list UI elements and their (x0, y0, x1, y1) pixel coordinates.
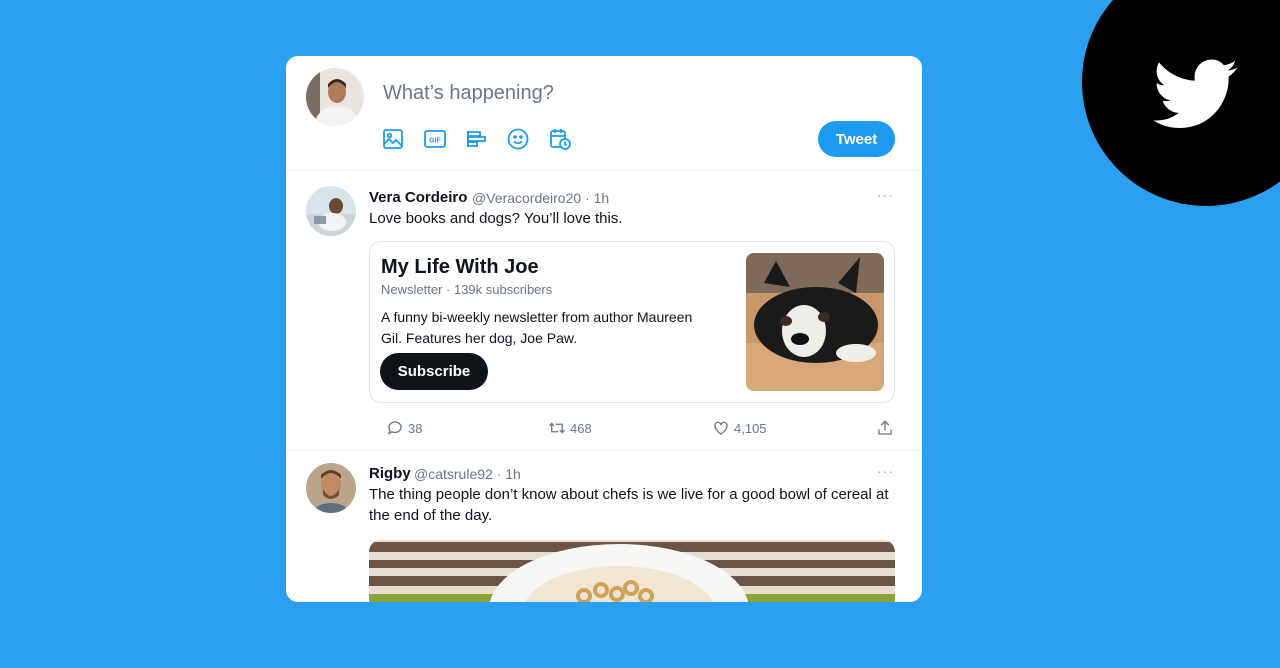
tweet-text: The thing people don’t know about chefs … (369, 486, 889, 524)
user-avatar[interactable] (306, 68, 364, 126)
image-icon[interactable] (381, 127, 405, 151)
handle-text[interactable]: @Veracordeiro20 (472, 190, 581, 206)
newsletter-description: A funny bi-weekly newsletter from author… (381, 309, 693, 346)
schedule-icon[interactable] (548, 127, 572, 151)
retweet-icon (549, 422, 565, 434)
logo-badge (1082, 0, 1280, 206)
reply-count: 38 (408, 420, 423, 436)
tweet-avatar[interactable] (306, 463, 356, 513)
newsletter-image (746, 253, 884, 391)
svg-text:GIF: GIF (429, 138, 441, 145)
twitter-bird-icon (1153, 59, 1238, 128)
gif-icon[interactable]: GIF (423, 127, 447, 151)
newsletter-subtitle: Newsletter · 139k subscribers (381, 282, 553, 297)
poll-icon[interactable] (465, 127, 489, 151)
handle[interactable]: @catsrule92 · 1h (414, 466, 521, 482)
retweet-count: 468 (570, 420, 592, 436)
tweet-image[interactable] (369, 540, 895, 602)
timestamp[interactable]: · 1h (585, 190, 609, 206)
share-button[interactable] (876, 418, 898, 438)
share-icon (878, 420, 892, 435)
emoji-icon[interactable] (506, 127, 530, 151)
timestamp[interactable]: · 1h (497, 466, 521, 482)
handle[interactable]: @Veracordeiro20 · 1h (472, 190, 609, 206)
compose-input[interactable]: What’s happening? (383, 82, 554, 105)
retweet-button[interactable]: 468 (548, 418, 592, 438)
reply-button[interactable]: 38 (386, 418, 422, 438)
display-name[interactable]: Vera Cordeiro (369, 189, 467, 206)
handle-text[interactable]: @catsrule92 (414, 466, 493, 482)
tweet-avatar[interactable] (306, 186, 356, 236)
heart-icon (714, 421, 728, 435)
display-name[interactable]: Rigby (369, 465, 411, 482)
newsletter-card[interactable]: My Life With Joe Newsletter · 139k subsc… (369, 241, 895, 403)
like-count: 4,105 (734, 420, 767, 436)
subscribe-button[interactable]: Subscribe (380, 353, 488, 390)
tweet-button[interactable]: Tweet (818, 121, 895, 157)
timeline-card: What’s happening? GIF Tweet Vera Cordeir… (286, 56, 922, 602)
divider (286, 170, 922, 171)
like-button[interactable]: 4,105 (712, 418, 767, 438)
divider (286, 450, 922, 451)
more-options-icon[interactable]: ··· (877, 187, 894, 203)
newsletter-title[interactable]: My Life With Joe (381, 256, 539, 279)
tweet-text: Love books and dogs? You’ll love this. (369, 210, 623, 227)
reply-icon (387, 421, 402, 435)
more-options-icon[interactable]: ··· (877, 463, 894, 479)
